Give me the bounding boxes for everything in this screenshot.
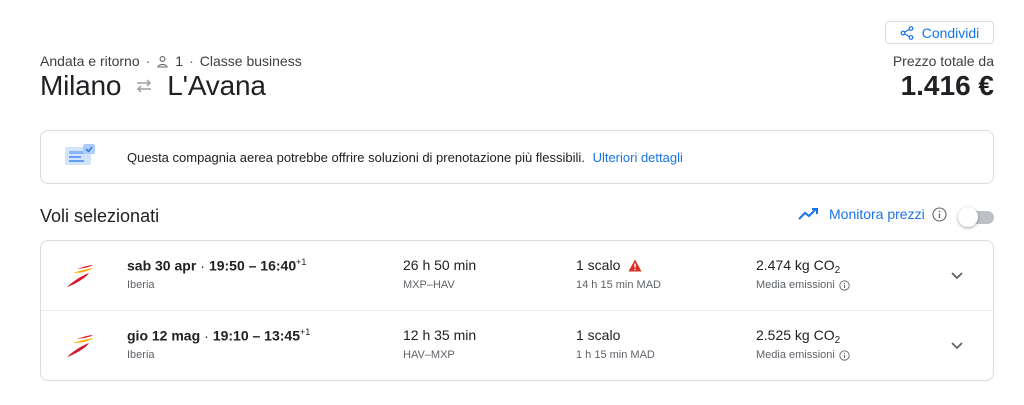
flight-date: gio 12 mag (127, 327, 201, 344)
airline-name: Iberia (127, 349, 155, 361)
co2-subscript: 2 (834, 335, 841, 346)
info-icon[interactable] (932, 206, 947, 222)
share-label: Condividi (921, 24, 980, 41)
trip-type: Andata e ritorno (40, 53, 140, 69)
banner-text: Questa compagnia aerea potrebbe offrire … (127, 150, 683, 165)
chevron-down-icon[interactable] (949, 267, 965, 283)
origin-city: Milano (40, 70, 122, 101)
route-code: MXP–HAV (403, 279, 455, 291)
cabin-class: Classe business (199, 53, 302, 69)
emissions-text: Media emissioni (756, 349, 835, 361)
stops: 1 scalo (576, 257, 642, 273)
flight-times: 19:10 – 13:45 (212, 327, 300, 344)
track-prices-toggle[interactable] (958, 207, 994, 227)
selected-flights-list: sab 30 apr · 19:50 – 16:40+1 Iberia 26 h 5… (40, 240, 994, 381)
separator-dot: · (204, 327, 209, 344)
emissions-label: Media emissioni (756, 279, 850, 291)
stops-count: 1 scalo (576, 327, 621, 343)
price-label: Prezzo totale da (892, 53, 994, 69)
person-icon (157, 55, 168, 68)
price-trend-icon (798, 208, 818, 220)
flight-duration: 12 h 35 min (403, 327, 477, 343)
iberia-logo (67, 265, 93, 287)
co2-amount: 2.474 kg CO (756, 257, 835, 273)
share-button[interactable]: Condividi (885, 21, 994, 44)
info-icon[interactable] (839, 279, 850, 291)
info-banner: Questa compagnia aerea potrebbe offrire … (40, 130, 994, 184)
flight-row-return[interactable]: gio 12 mag · 19:10 – 13:45+1 Iberia 12 h 3… (41, 311, 993, 381)
iberia-logo (67, 335, 93, 357)
emissions-label: Media emissioni (756, 349, 850, 361)
trip-meta: Andata e ritorno · 1 · Classe business (40, 53, 302, 69)
swap-arrows-icon (137, 79, 152, 93)
price-total: 1.416 € (900, 70, 994, 101)
flight-duration: 26 h 50 min (403, 257, 477, 273)
separator-dot: · (200, 257, 205, 274)
section-title: Voli selezionati (40, 206, 160, 226)
stops-count: 1 scalo (576, 257, 621, 273)
flight-row-outbound[interactable]: sab 30 apr · 19:50 – 16:40+1 Iberia 26 h 5… (41, 241, 993, 311)
destination-city: L'Avana (167, 70, 266, 101)
co2-subscript: 2 (834, 265, 841, 276)
toggle-knob (958, 207, 978, 227)
co2-value: 2.525 kg CO2 (756, 327, 840, 346)
flexible-booking-icon (65, 144, 95, 165)
flight-date-time: sab 30 apr · 19:50 – 16:40+1 (127, 257, 306, 274)
separator-dot: · (189, 53, 194, 69)
co2-amount: 2.525 kg CO (756, 327, 835, 343)
warning-icon (628, 259, 642, 271)
route-title: Milano L'Avana (40, 70, 266, 102)
chevron-down-icon[interactable] (949, 337, 965, 353)
flight-times: 19:50 – 16:40 (208, 257, 297, 274)
day-offset: +1 (296, 257, 307, 267)
flight-date: sab 30 apr (127, 257, 197, 274)
more-details-link[interactable]: Ulteriori dettagli (593, 150, 683, 165)
share-icon (900, 25, 914, 40)
airline-name: Iberia (127, 279, 155, 291)
layover-info: 14 h 15 min MAD (576, 279, 661, 291)
day-offset: +1 (300, 327, 311, 337)
stops: 1 scalo (576, 327, 620, 343)
emissions-text: Media emissioni (756, 279, 835, 291)
passenger-count: 1 (175, 53, 184, 69)
info-icon[interactable] (839, 349, 850, 361)
layover-info: 1 h 15 min MAD (576, 349, 655, 361)
separator-dot: · (145, 53, 151, 69)
track-prices-label: Monitora prezzi (829, 206, 925, 222)
track-prices-button[interactable]: Monitora prezzi (798, 206, 947, 222)
flight-date-time: gio 12 mag · 19:10 – 13:45+1 (127, 327, 310, 344)
co2-value: 2.474 kg CO2 (756, 257, 840, 276)
banner-message: Questa compagnia aerea potrebbe offrire … (127, 150, 585, 165)
route-code: HAV–MXP (403, 349, 455, 361)
